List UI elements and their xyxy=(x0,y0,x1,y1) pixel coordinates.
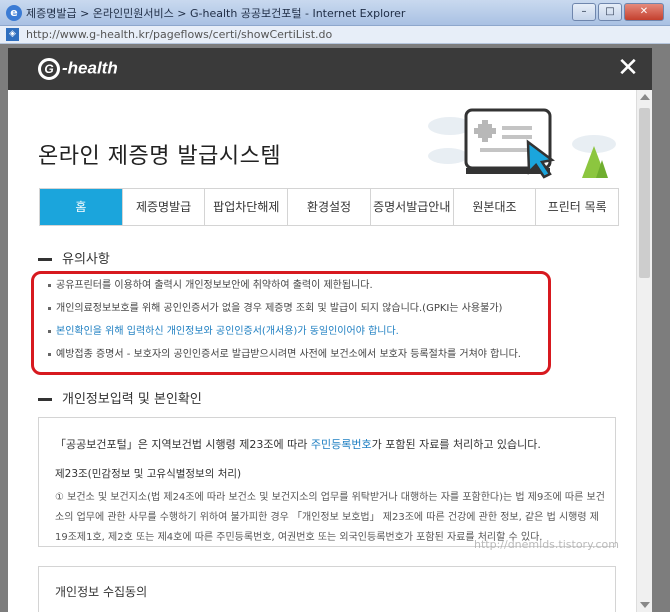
consent-box: 개인정보 수집동의 xyxy=(38,566,616,612)
address-bar[interactable]: ◈ http://www.g-health.kr/pageflows/certi… xyxy=(0,26,670,44)
personal-info-heading: 개인정보입력 및 본인확인 xyxy=(38,388,202,407)
tab-popup-unblock[interactable]: 팝업차단해제 xyxy=(204,189,288,225)
g-logo-icon: G xyxy=(38,58,60,80)
watermark: http://dnemlds.tistory.com xyxy=(474,538,619,551)
bullet xyxy=(48,329,51,333)
notice-item: 개인의료정보보호를 위해 공인인증서가 없을 경우 제증명 조회 및 발급이 되… xyxy=(48,297,548,320)
page-title: 온라인 제증명 발급시스템 xyxy=(38,144,282,169)
notice-item-text: 본인확인을 위해 입력하신 개인정보와 공인인증서(개서용)가 동일인이어야 합… xyxy=(56,326,399,337)
bullet xyxy=(48,306,51,310)
tab-settings[interactable]: 환경설정 xyxy=(287,189,370,225)
scroll-up-icon[interactable] xyxy=(640,94,650,100)
tab-certificate-issue[interactable]: 제증명발급 xyxy=(121,189,205,225)
g-health-logo: G -health xyxy=(38,58,118,80)
notice-item-text: 예방접종 증명서 - 보호자의 공인인증서로 발급받으시려면 사전에 보건소에서… xyxy=(56,349,521,360)
popup-scrollbar[interactable] xyxy=(636,90,652,612)
bullet xyxy=(48,352,51,356)
tab-original-check[interactable]: 원본대조 xyxy=(452,189,536,225)
tab-issue-guide[interactable]: 증명서발급안내 xyxy=(369,189,453,225)
notice-heading-text: 유의사항 xyxy=(62,252,110,267)
personal-info-box: 「공공보건포털」은 지역보건법 시행령 제23조에 따라 주민등록번호가 포함된… xyxy=(38,417,616,547)
window-title: 제증명발급 > 온라인민원서비스 > G-health 공공보건포털 - Int… xyxy=(26,7,406,20)
minimize-button[interactable]: – xyxy=(572,3,596,21)
close-icon[interactable]: ✕ xyxy=(614,54,642,82)
window-controls: – □ ✕ xyxy=(570,3,664,22)
notice-heading: 유의사항 xyxy=(38,248,110,267)
address-url[interactable]: http://www.g-health.kr/pageflows/certi/s… xyxy=(26,28,332,41)
maximize-button[interactable]: □ xyxy=(598,3,622,21)
notice-item: 공유프린터를 이용하여 출력시 개인정보보안에 취약하여 출력이 제한됩니다. xyxy=(48,274,548,297)
info-lead: 「공공보건포털」은 지역보건법 시행령 제23조에 따라 주민등록번호가 포함된… xyxy=(55,436,541,452)
notice-item-text: 개인의료정보보호를 위해 공인인증서가 없을 경우 제증명 조회 및 발급이 되… xyxy=(56,303,503,314)
scroll-down-icon[interactable] xyxy=(640,602,650,608)
info-lead-prefix: 「공공보건포털」은 지역보건법 시행령 제23조에 따라 xyxy=(55,438,311,451)
bullet xyxy=(48,283,51,287)
scroll-thumb[interactable] xyxy=(639,108,650,278)
notice-item: 본인확인을 위해 입력하신 개인정보와 공인인증서(개서용)가 동일인이어야 합… xyxy=(48,320,548,343)
certificate-popup: G -health ✕ 온라인 제증명 발급시스템 홈 제증명발급 팝업차단해제 … xyxy=(8,48,652,612)
notice-list: 공유프린터를 이용하여 출력시 개인정보보안에 취약하여 출력이 제한됩니다. … xyxy=(48,274,548,366)
notice-item: 예방접종 증명서 - 보호자의 공인인증서로 발급받으시려면 사전에 보건소에서… xyxy=(48,343,548,366)
info-lead-highlight: 주민등록번호 xyxy=(310,438,372,451)
info-subtitle: 제23조(민감정보 및 고유식별정보의 처리) xyxy=(55,468,242,480)
notice-item-text: 공유프린터를 이용하여 출력시 개인정보보안에 취약하여 출력이 제한됩니다. xyxy=(56,280,373,291)
computer-illustration xyxy=(428,108,616,179)
info-lead-suffix: 가 포함된 자료를 처리하고 있습니다. xyxy=(371,438,541,451)
window-titlebar: e 제증명발급 > 온라인민원서비스 > G-health 공공보건포털 - I… xyxy=(0,0,670,26)
tab-home[interactable]: 홈 xyxy=(40,189,122,225)
tab-printer-list[interactable]: 프린터 목록 xyxy=(535,189,619,225)
consent-title: 개인정보 수집동의 xyxy=(55,585,148,599)
personal-info-heading-text: 개인정보입력 및 본인확인 xyxy=(62,392,202,407)
popup-header: G -health ✕ xyxy=(8,48,652,90)
site-icon: ◈ xyxy=(6,28,19,41)
heading-bar xyxy=(38,398,52,401)
heading-bar xyxy=(38,258,52,261)
ie-icon: e xyxy=(6,5,22,21)
tab-bar: 홈 제증명발급 팝업차단해제 환경설정 증명서발급안내 원본대조 프린터 목록 xyxy=(39,188,619,226)
logo-text: -health xyxy=(62,58,118,78)
window-close-button[interactable]: ✕ xyxy=(624,3,664,21)
